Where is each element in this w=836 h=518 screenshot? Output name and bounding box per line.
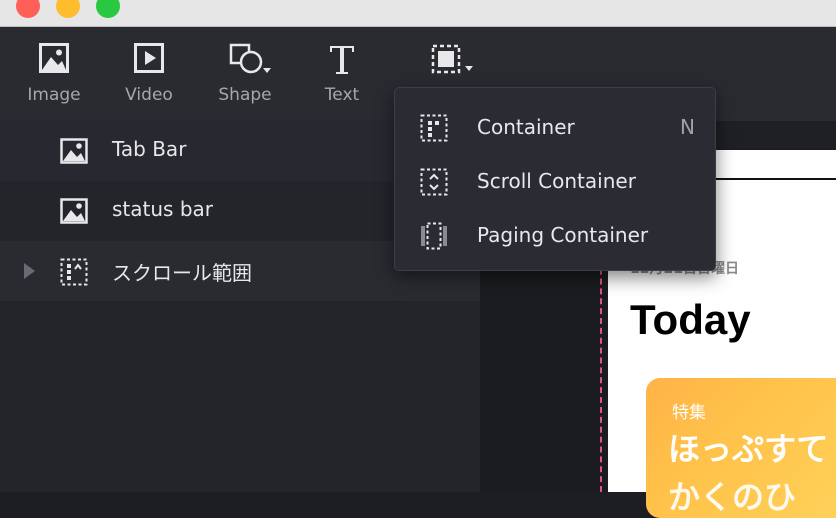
feature-card[interactable]: 特集 ほっぷすて かくのひ — [646, 378, 836, 518]
menu-item-scroll-container[interactable]: Scroll Container — [395, 155, 715, 209]
menu-item-shortcut: N — [680, 115, 695, 139]
image-tool-button[interactable]: Image — [9, 43, 99, 105]
chevron-down-icon — [263, 68, 271, 73]
image-icon — [60, 198, 88, 224]
container-tool-button[interactable] — [405, 43, 495, 85]
card-tag: 特集 — [672, 403, 706, 423]
preview-title: Today — [630, 296, 751, 343]
container-dropdown-menu: Container N Scroll Container Paging Cont… — [394, 87, 716, 271]
menu-item-label: Container — [477, 115, 575, 139]
scroll-container-icon — [420, 168, 448, 196]
menu-item-paging-container[interactable]: Paging Container — [395, 209, 715, 263]
menu-item-label: Paging Container — [477, 223, 649, 247]
image-tool-label: Image — [27, 85, 81, 105]
layer-label: Tab Bar — [112, 137, 187, 161]
menu-item-container[interactable]: Container N — [395, 101, 715, 155]
paging-container-icon — [421, 222, 447, 250]
container-icon — [431, 44, 473, 74]
shape-tool-label: Shape — [218, 85, 272, 105]
shape-tool-button[interactable]: Shape — [200, 43, 290, 105]
container-icon — [420, 114, 448, 142]
video-tool-button[interactable]: Video — [104, 43, 194, 105]
layer-label: status bar — [112, 197, 213, 221]
card-title-second-line: かくのひ — [668, 478, 797, 516]
video-tool-label: Video — [125, 85, 173, 105]
layer-label: スクロール範囲 — [112, 261, 252, 285]
chevron-down-icon — [465, 66, 473, 71]
scroll-container-icon — [60, 258, 88, 286]
minimize-window-button[interactable] — [56, 0, 80, 18]
disclosure-triangle-icon[interactable] — [24, 263, 35, 279]
zoom-window-button[interactable] — [96, 0, 120, 18]
shape-icon — [229, 43, 271, 74]
image-icon — [60, 138, 88, 164]
close-window-button[interactable] — [16, 0, 40, 18]
text-tool-label: Text — [324, 85, 360, 105]
image-icon — [39, 43, 69, 73]
window-titlebar — [0, 0, 836, 27]
video-icon — [134, 43, 164, 73]
text-icon — [330, 46, 354, 74]
text-tool-button[interactable]: Text — [297, 43, 387, 105]
menu-item-label: Scroll Container — [477, 169, 636, 193]
card-title: ほっぷすて — [668, 430, 829, 468]
